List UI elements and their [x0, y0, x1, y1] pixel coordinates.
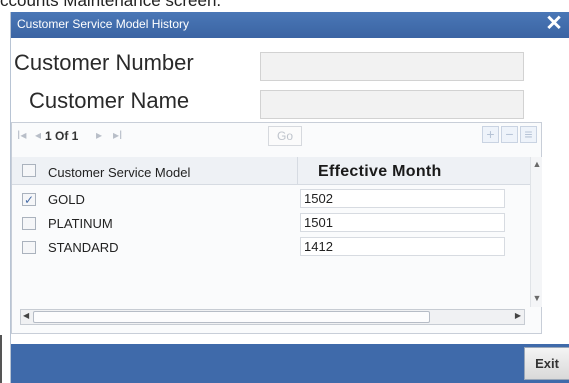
column-header-service-model[interactable]: Customer Service Model [48, 165, 190, 180]
page: ccounts Maintenance screen. Customer Ser… [0, 0, 569, 383]
next-page-icon[interactable]: ▸ [96, 128, 102, 142]
background-caption-text: ccounts Maintenance screen. [0, 0, 222, 10]
customer-name-label: Customer Name [29, 88, 190, 113]
background-caption: ccounts Maintenance screen. [0, 0, 569, 12]
vertical-scrollbar[interactable]: ▲ ▼ [530, 157, 542, 307]
customer-name-field[interactable] [260, 90, 524, 119]
customer-number-field[interactable] [260, 52, 524, 81]
first-page-icon[interactable]: I◂ [17, 128, 26, 142]
title-bar: Customer Service Model History ✕ [11, 12, 569, 38]
grid-header-row: Customer Service Model Effective Month [12, 157, 530, 185]
effective-month-field[interactable]: 1501 [300, 213, 505, 232]
row-checkbox[interactable] [22, 241, 36, 254]
go-button[interactable]: Go [268, 126, 302, 146]
horizontal-scroll-thumb[interactable] [33, 311, 430, 323]
scroll-up-icon[interactable]: ▲ [532, 159, 542, 169]
dialog-footer: Exit [11, 344, 569, 383]
service-model-cell: STANDARD [48, 240, 119, 255]
table-row[interactable]: ✓ GOLD 1502 [12, 187, 530, 212]
service-model-grid: I◂ ◂ 1 Of 1 ▸ ▸I Go + − ≡ Customer Servi… [11, 122, 542, 334]
column-header-effective-month[interactable]: Effective Month [318, 163, 442, 181]
effective-month-field[interactable]: 1412 [300, 237, 505, 256]
view-row-icon[interactable]: ≡ [520, 126, 537, 143]
previous-page-icon[interactable]: ◂ [35, 128, 41, 142]
service-model-cell: GOLD [48, 192, 85, 207]
scroll-down-icon[interactable]: ▼ [532, 293, 542, 303]
customer-number-label: Customer Number [14, 50, 194, 75]
scroll-right-icon[interactable]: ▶ [515, 311, 521, 320]
horizontal-scrollbar[interactable]: ◀ ▶ [20, 309, 525, 325]
column-separator [297, 157, 298, 185]
table-row[interactable]: STANDARD 1412 [12, 235, 530, 260]
select-all-checkbox[interactable] [22, 164, 36, 177]
left-edge-bar [0, 335, 2, 383]
row-checkbox[interactable]: ✓ [22, 193, 36, 206]
last-page-icon[interactable]: ▸I [113, 128, 122, 142]
effective-month-field[interactable]: 1502 [300, 189, 505, 208]
customer-service-model-history-dialog: Customer Service Model History ✕ Custome… [10, 12, 569, 383]
scroll-left-icon[interactable]: ◀ [23, 311, 29, 320]
add-row-icon[interactable]: + [482, 126, 499, 143]
grid-toolbar: I◂ ◂ 1 Of 1 ▸ ▸I Go + − ≡ [12, 123, 543, 147]
exit-button[interactable]: Exit [524, 347, 569, 380]
page-info: 1 Of 1 [45, 129, 79, 143]
row-checkbox[interactable] [22, 217, 36, 230]
table-row[interactable]: PLATINUM 1501 [12, 211, 530, 236]
close-icon[interactable]: ✕ [544, 13, 564, 35]
delete-row-icon[interactable]: − [501, 126, 518, 143]
service-model-cell: PLATINUM [48, 216, 113, 231]
dialog-title: Customer Service Model History [17, 17, 190, 31]
